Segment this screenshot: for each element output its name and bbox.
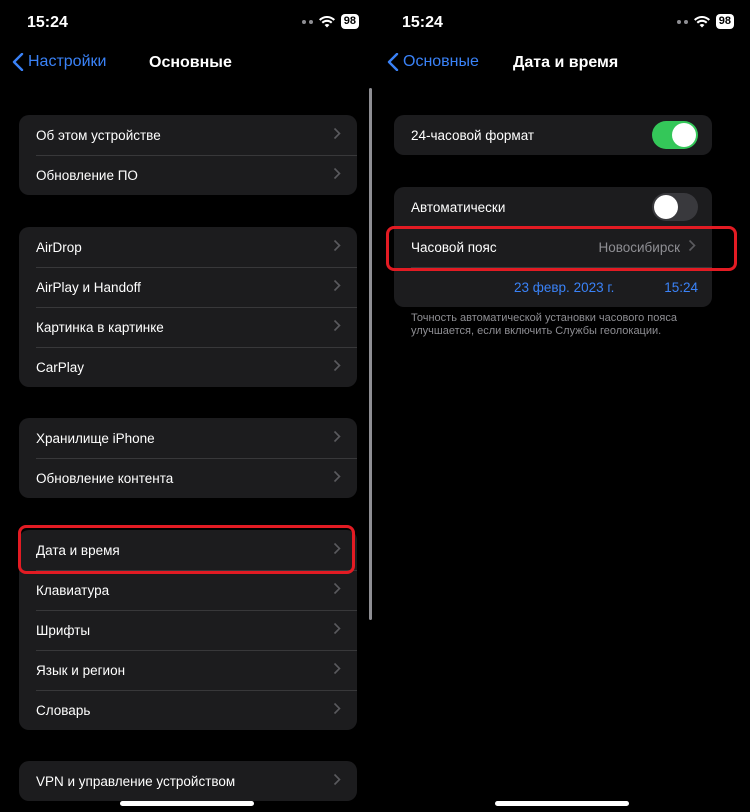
geolocation-footnote: Точность автоматической установки часово… — [411, 312, 677, 337]
row-picture-in-picture[interactable]: Картинка в картинке — [19, 307, 357, 347]
cellular-dots-icon — [301, 19, 313, 24]
row-label: Хранилище iPhone — [36, 430, 155, 446]
chevron-right-icon — [333, 167, 341, 180]
chevron-right-icon — [333, 542, 341, 555]
time-picker[interactable]: 15:24 — [664, 280, 698, 295]
back-label: Настройки — [28, 53, 107, 70]
settings-group-format: 24-часовой формат — [394, 115, 712, 155]
back-label: Основные — [403, 53, 479, 70]
navigation-bar: Настройки Основные — [0, 50, 375, 80]
settings-group-storage: Хранилище iPhone Обновление контента — [19, 418, 357, 498]
wifi-icon — [693, 15, 710, 27]
row-label: AirPlay и Handoff — [36, 279, 141, 295]
row-set-automatically: Автоматически — [394, 187, 712, 227]
row-label: VPN и управление устройством — [36, 773, 236, 789]
row-label: Дата и время — [36, 542, 120, 558]
row-label: AirDrop — [36, 239, 82, 255]
row-label: 24-часовой формат — [411, 127, 535, 143]
page-title: Дата и время — [513, 54, 619, 71]
scroll-indicator — [369, 88, 372, 620]
row-airplay-handoff[interactable]: AirPlay и Handoff — [19, 267, 357, 307]
row-vpn-device-management[interactable]: VPN и управление устройством — [19, 761, 357, 801]
row-label: CarPlay — [36, 359, 85, 375]
chevron-right-icon — [333, 702, 341, 715]
row-time-zone[interactable]: Часовой пояс Новосибирск — [394, 227, 712, 267]
toggle-knob — [654, 195, 678, 219]
date-picker[interactable]: 23 февр. 2023 г. — [514, 280, 614, 295]
wifi-icon — [318, 15, 335, 27]
row-airdrop[interactable]: AirDrop — [19, 227, 357, 267]
row-label: Обновление контента — [36, 470, 174, 486]
status-time: 15:24 — [27, 14, 68, 31]
toggle-set-automatically[interactable] — [652, 193, 698, 221]
chevron-right-icon — [333, 470, 341, 483]
row-label: Часовой пояс — [411, 239, 497, 255]
time-zone-value: Новосибирск — [598, 239, 680, 255]
settings-group-regional: Дата и время Клавиатура Шрифты Язык и ре… — [19, 530, 357, 730]
general-settings-screen: 15:24 98 Настройки Основные Об этом устр… — [0, 0, 375, 812]
row-label: Картинка в картинке — [36, 319, 164, 335]
row-language-region[interactable]: Язык и регион — [19, 650, 357, 690]
chevron-right-icon — [333, 773, 341, 786]
settings-group-about: Об этом устройстве Обновление ПО — [19, 115, 357, 195]
row-fonts[interactable]: Шрифты — [19, 610, 357, 650]
battery-icon: 98 — [715, 14, 734, 29]
row-label: Автоматически — [411, 199, 506, 215]
row-label: Об этом устройстве — [36, 127, 161, 143]
back-button[interactable]: Основные — [387, 53, 479, 71]
date-time-screen: 15:24 98 Основные Дата и время 24-часово… — [375, 0, 750, 812]
status-icons: 98 — [676, 14, 734, 29]
chevron-right-icon — [333, 279, 341, 292]
chevron-right-icon — [333, 239, 341, 252]
chevron-right-icon — [333, 127, 341, 140]
row-label: Обновление ПО — [36, 167, 138, 183]
battery-icon: 98 — [340, 14, 359, 29]
row-label: Язык и регион — [36, 662, 126, 678]
settings-group-connectivity: AirDrop AirPlay и Handoff Картинка в кар… — [19, 227, 357, 387]
settings-group-vpn: VPN и управление устройством — [19, 761, 357, 801]
page-title: Основные — [149, 54, 232, 71]
chevron-left-icon — [12, 53, 24, 71]
row-label: Словарь — [36, 702, 91, 718]
chevron-right-icon — [333, 622, 341, 635]
row-label: Клавиатура — [36, 582, 110, 598]
status-time: 15:24 — [402, 14, 443, 31]
home-indicator — [120, 801, 254, 806]
toggle-24-hour-format[interactable] — [652, 121, 698, 149]
row-iphone-storage[interactable]: Хранилище iPhone — [19, 418, 357, 458]
chevron-right-icon — [333, 430, 341, 443]
settings-group-timezone: Автоматически Часовой пояс Новосибирск 2… — [394, 187, 712, 307]
chevron-left-icon — [387, 53, 399, 71]
row-keyboard[interactable]: Клавиатура — [19, 570, 357, 610]
row-carplay[interactable]: CarPlay — [19, 347, 357, 387]
status-icons: 98 — [301, 14, 359, 29]
row-content-update[interactable]: Обновление контента — [19, 458, 357, 498]
row-label: Шрифты — [36, 622, 91, 638]
row-software-update[interactable]: Обновление ПО — [19, 155, 357, 195]
row-about-device[interactable]: Об этом устройстве — [19, 115, 357, 155]
row-date-time-picker: 23 февр. 2023 г. 15:24 — [394, 267, 712, 307]
row-date-time[interactable]: Дата и время — [19, 530, 357, 570]
chevron-right-icon — [333, 582, 341, 595]
row-dictionary[interactable]: Словарь — [19, 690, 357, 730]
cellular-dots-icon — [676, 19, 688, 24]
toggle-knob — [672, 123, 696, 147]
chevron-right-icon — [333, 662, 341, 675]
navigation-bar: Основные Дата и время — [375, 50, 750, 80]
chevron-right-icon — [688, 239, 696, 252]
chevron-right-icon — [333, 319, 341, 332]
back-button[interactable]: Настройки — [12, 53, 106, 71]
row-24-hour-format: 24-часовой формат — [394, 115, 712, 155]
home-indicator — [495, 801, 629, 806]
chevron-right-icon — [333, 359, 341, 372]
